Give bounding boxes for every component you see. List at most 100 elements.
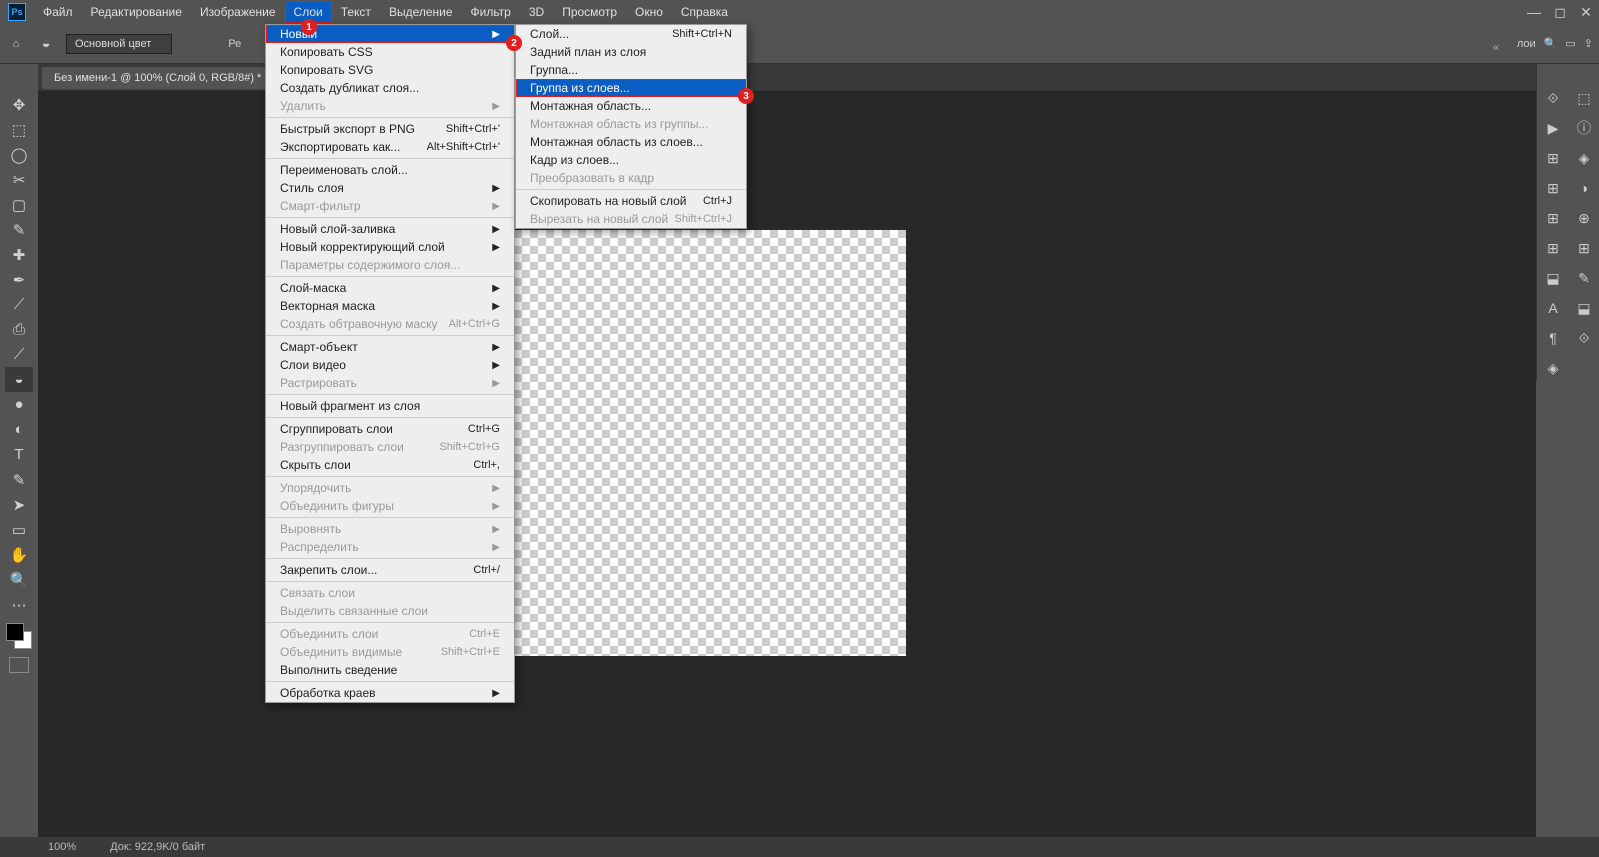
menu-item[interactable]: Обработка краев▶ (266, 684, 514, 702)
menu-item[interactable]: Копировать CSS (266, 43, 514, 61)
tool-13[interactable]: ◐ (5, 417, 33, 442)
menu-item[interactable]: Новый корректирующий слой▶ (266, 238, 514, 256)
menu-item-label: Скопировать на новый слой (530, 194, 687, 208)
menu-item-label: Упорядочить (280, 481, 351, 495)
panel-icon-r2-9[interactable]: ◈ (1541, 356, 1565, 380)
menu-фильтр[interactable]: Фильтр (462, 1, 520, 23)
menu-справка[interactable]: Справка (672, 1, 737, 23)
menu-редактирование[interactable]: Редактирование (82, 1, 191, 23)
panel-icon-r-5[interactable]: ⊞ (1572, 236, 1596, 260)
panel-icon-r2-5[interactable]: ⊞ (1541, 236, 1565, 260)
menu-item[interactable]: Группа... (516, 61, 746, 79)
menu-item[interactable]: Быстрый экспорт в PNGShift+Ctrl+' (266, 120, 514, 138)
panel-icon-r-4[interactable]: ⊕ (1572, 206, 1596, 230)
menu-item-label: Объединить видимые (280, 645, 402, 659)
tool-0[interactable]: ✥ (5, 92, 33, 117)
tool-7[interactable]: ✒ (5, 267, 33, 292)
share-icon[interactable]: ⇪ (1584, 37, 1593, 50)
menu-окно[interactable]: Окно (626, 1, 672, 23)
color-well[interactable] (6, 623, 32, 649)
menu-item[interactable]: Кадр из слоев... (516, 151, 746, 169)
tool-15[interactable]: ✎ (5, 467, 33, 492)
tool-8[interactable]: ⟋ (5, 292, 33, 317)
menu-просмотр[interactable]: Просмотр (553, 1, 626, 23)
menu-item[interactable]: Новый фрагмент из слоя (266, 397, 514, 415)
menu-item[interactable]: Векторная маска▶ (266, 297, 514, 315)
tool-6[interactable]: ✚ (5, 242, 33, 267)
menubar: Ps ФайлРедактированиеИзображениеСлоиТекс… (0, 0, 1599, 24)
tool-5[interactable]: ✎ (5, 217, 33, 242)
home-icon[interactable]: ⌂ (6, 34, 26, 54)
menu-item[interactable]: Слой...Shift+Ctrl+N (516, 25, 746, 43)
tool-11[interactable]: ◒ (5, 367, 33, 392)
mode-label: Ре (228, 38, 241, 50)
minimize-button[interactable]: — (1521, 1, 1547, 23)
panel-icon-r2-2[interactable]: ⊞ (1541, 146, 1565, 170)
tool-18[interactable]: ✋ (5, 542, 33, 567)
panel-icon-r-7[interactable]: ⬓ (1572, 296, 1596, 320)
search-icon[interactable]: 🔍 (1544, 37, 1558, 50)
current-tool-icon[interactable]: ◒ (32, 31, 60, 56)
panel-icon-r-0[interactable]: ⬚ (1572, 86, 1596, 110)
panel-icon-r2-0[interactable]: ⟐ (1541, 86, 1565, 110)
menu-выделение[interactable]: Выделение (380, 1, 462, 23)
menu-item[interactable]: Слои видео▶ (266, 356, 514, 374)
panel-icon-r2-1[interactable]: ▶ (1541, 116, 1565, 140)
tool-3[interactable]: ✂ (5, 167, 33, 192)
menu-item[interactable]: Скопировать на новый слойCtrl+J (516, 192, 746, 210)
panel-icon-r2-7[interactable]: A (1541, 296, 1565, 320)
panel-icon-r-2[interactable]: ◈ (1572, 146, 1596, 170)
menu-item[interactable]: Группа из слоев... (516, 79, 746, 97)
tool-4[interactable]: ▢ (5, 192, 33, 217)
submenu-arrow-icon: ▶ (492, 224, 500, 235)
menu-файл[interactable]: Файл (34, 1, 82, 23)
menu-item[interactable]: Новый слой-заливка▶ (266, 220, 514, 238)
menu-текст[interactable]: Текст (332, 1, 380, 23)
menu-изображение[interactable]: Изображение (191, 1, 285, 23)
menu-item: Монтажная область из группы... (516, 115, 746, 133)
panel-icon-r2-8[interactable]: ¶ (1541, 326, 1565, 350)
maximize-button[interactable]: ◻ (1547, 1, 1573, 23)
panel-icon-r2-6[interactable]: ⬓ (1541, 266, 1565, 290)
menu-item[interactable]: Смарт-объект▶ (266, 338, 514, 356)
zoom-level[interactable]: 100% (48, 841, 76, 853)
menu-item[interactable]: Задний план из слоя (516, 43, 746, 61)
menu-item[interactable]: Монтажная область... (516, 97, 746, 115)
menu-item[interactable]: Слой-маска▶ (266, 279, 514, 297)
menu-item[interactable]: Стиль слоя▶ (266, 179, 514, 197)
fill-source-dropdown[interactable]: Основной цвет (66, 34, 172, 54)
panel-icon-r-6[interactable]: ✎ (1572, 266, 1596, 290)
tool-19[interactable]: 🔍 (5, 567, 33, 592)
tool-9[interactable]: ⎙ (5, 317, 33, 342)
tool-12[interactable]: ● (5, 392, 33, 417)
panel-icon-r-3[interactable]: ◑ (1572, 176, 1596, 200)
tool-14[interactable]: T (5, 442, 33, 467)
tool-2[interactable]: ◯ (5, 142, 33, 167)
tool-16[interactable]: ➤ (5, 492, 33, 517)
tool-17[interactable]: ▭ (5, 517, 33, 542)
quick-mask-icon[interactable] (9, 657, 29, 673)
menu-item: Связать слои (266, 584, 514, 602)
menu-item[interactable]: Закрепить слои...Ctrl+/ (266, 561, 514, 579)
menu-item[interactable]: Экспортировать как...Alt+Shift+Ctrl+' (266, 138, 514, 156)
menu-item[interactable]: Скрыть слоиCtrl+, (266, 456, 514, 474)
menu-item[interactable]: Создать дубликат слоя... (266, 79, 514, 97)
menu-item: Объединить видимыеShift+Ctrl+E (266, 643, 514, 661)
panel-icon-r-1[interactable]: ⓘ (1572, 116, 1596, 140)
menu-item[interactable]: Копировать SVG (266, 61, 514, 79)
menu-item[interactable]: Переименовать слой... (266, 161, 514, 179)
menu-item[interactable]: Сгруппировать слоиCtrl+G (266, 420, 514, 438)
menu-3d[interactable]: 3D (520, 1, 553, 23)
panel-icon-r2-3[interactable]: ⊞ (1541, 176, 1565, 200)
panel-toggle-icon[interactable]: « (1493, 42, 1499, 54)
tool-20[interactable]: ⋯ (5, 592, 33, 617)
menu-item[interactable]: Выполнить сведение (266, 661, 514, 679)
document-tab[interactable]: Без имени-1 @ 100% (Слой 0, RGB/8#) * × (42, 67, 287, 89)
tool-1[interactable]: ⬚ (5, 117, 33, 142)
workspace-icon[interactable]: ▭ (1565, 37, 1575, 50)
tool-10[interactable]: ⟋ (5, 342, 33, 367)
close-button[interactable]: ✕ (1573, 1, 1599, 23)
panel-icon-r2-4[interactable]: ⊞ (1541, 206, 1565, 230)
panel-icon-r-8[interactable]: ⟐ (1572, 326, 1596, 350)
menu-item[interactable]: Монтажная область из слоев... (516, 133, 746, 151)
